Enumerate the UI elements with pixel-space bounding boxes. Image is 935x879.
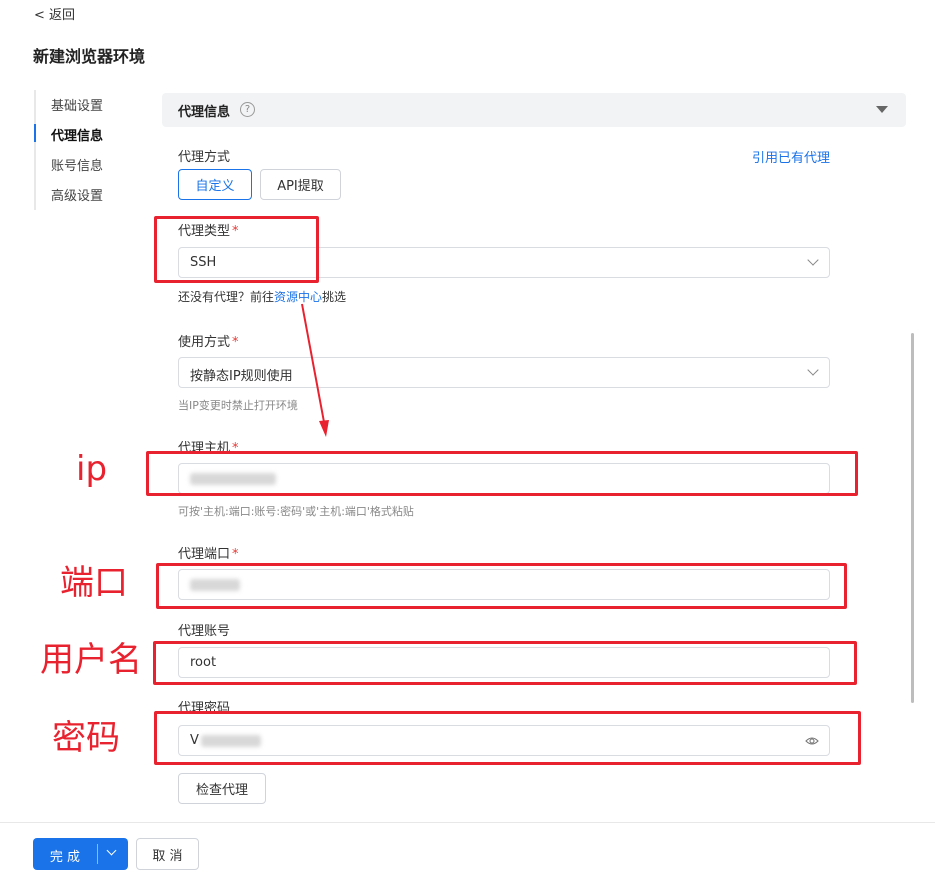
- mode-custom-button[interactable]: 自定义: [178, 169, 252, 200]
- scrollbar[interactable]: [911, 333, 914, 703]
- usage-value: 按静态IP规则使用: [190, 369, 293, 384]
- submit-label: 完 成: [49, 850, 81, 865]
- section-title: 代理信息: [178, 105, 231, 120]
- annotation-box-host: [146, 451, 858, 496]
- proxy-section-header[interactable]: 代理信息 ?: [162, 93, 906, 127]
- side-nav-item-account[interactable]: 账号信息: [51, 155, 103, 174]
- annotation-label-ip: ip: [76, 449, 108, 489]
- side-nav-item-advanced[interactable]: 高级设置: [51, 185, 103, 204]
- page-title: 新建浏览器环境: [33, 47, 146, 66]
- footer-divider: [0, 822, 935, 823]
- side-nav-item-basic[interactable]: 基础设置: [51, 95, 103, 114]
- resource-center-link[interactable]: 资源中心: [274, 290, 322, 304]
- annotation-box-proxy-type: [154, 216, 319, 283]
- proxy-type-hint: 还没有代理？前往资源中心挑选: [178, 288, 346, 305]
- usage-label: 使用方式 *: [178, 331, 239, 350]
- required-mark: *: [232, 335, 239, 350]
- chevron-down-icon: [807, 254, 819, 266]
- cancel-button[interactable]: 取 消: [136, 838, 199, 870]
- annotation-box-port: [156, 563, 847, 609]
- side-nav-active-indicator: [34, 124, 36, 142]
- host-hint: 可按'主机:端口:账号:密码'或'主机:端口'格式粘贴: [178, 505, 414, 518]
- mode-api-button[interactable]: API提取: [260, 169, 341, 200]
- split-divider: [97, 844, 98, 864]
- annotation-label-port: 端口: [60, 563, 128, 603]
- port-label: 代理端口 *: [178, 543, 239, 562]
- account-label: 代理账号: [178, 624, 231, 639]
- usage-label-text: 使用方式: [178, 335, 231, 350]
- usage-select[interactable]: 按静态IP规则使用: [178, 357, 830, 388]
- hint-prefix: 还没有代理？前往: [178, 290, 275, 304]
- side-nav: 基础设置 代理信息 账号信息 高级设置: [34, 90, 144, 210]
- annotation-box-account: [153, 641, 857, 685]
- help-icon[interactable]: ?: [240, 102, 255, 117]
- check-proxy-button[interactable]: 检查代理: [178, 773, 266, 804]
- usage-hint: 当IP变更时禁止打开环境: [178, 399, 298, 412]
- use-existing-proxy-link[interactable]: 引用已有代理: [752, 147, 830, 166]
- chevron-down-icon: [807, 364, 819, 376]
- port-label-text: 代理端口: [178, 547, 231, 562]
- hint-suffix: 挑选: [322, 290, 347, 304]
- collapse-triangle-icon[interactable]: [876, 106, 888, 113]
- submit-button[interactable]: 完 成: [33, 838, 128, 870]
- chevron-down-icon[interactable]: [106, 845, 117, 856]
- back-link[interactable]: < 返回: [34, 4, 75, 23]
- annotation-label-password: 密码: [52, 718, 120, 758]
- side-nav-item-proxy[interactable]: 代理信息: [51, 125, 103, 144]
- annotation-box-password: [154, 711, 861, 765]
- annotation-label-username: 用户名: [40, 640, 142, 680]
- proxy-mode-label: 代理方式: [178, 150, 231, 165]
- required-mark: *: [232, 547, 239, 562]
